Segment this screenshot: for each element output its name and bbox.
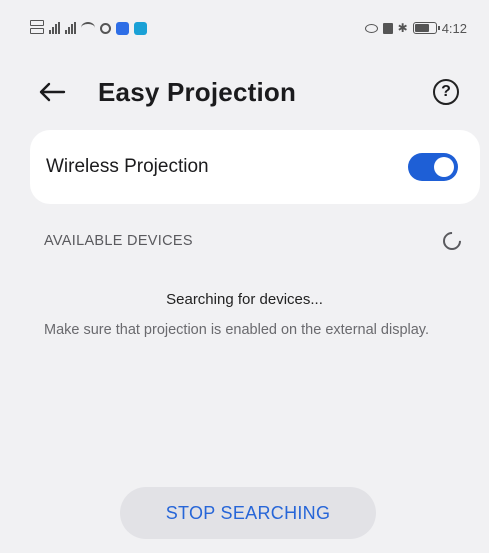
signal-icon [49,22,60,34]
app-badge-icon [116,21,129,35]
searching-status: Searching for devices... [166,291,323,308]
circle-icon [100,22,111,34]
eye-icon [364,23,378,33]
back-button[interactable] [38,76,70,108]
status-bar: ✱ 4:12 [0,0,489,56]
app-header: Easy Projection ? [0,70,489,114]
wireless-projection-toggle[interactable] [408,153,458,181]
bluetooth-icon: ✱ [397,21,408,35]
loading-spinner-icon [439,228,465,254]
page-title: Easy Projection [98,76,297,107]
arrow-left-icon [39,82,66,102]
projection-hint: Make sure that projection is enabled on … [44,322,430,338]
dual-sim-icon [30,20,44,36]
wifi-icon [81,22,95,34]
section-title: AVAILABLE DEVICES [44,233,193,249]
signal-icon [65,22,76,34]
wireless-projection-label: Wireless Projection [46,156,209,177]
question-mark-icon: ? [441,83,451,100]
stop-searching-button[interactable]: STOP SEARCHING [120,487,376,539]
screen: ✱ 4:12 Easy Projection ? Wireless Projec… [0,0,489,553]
status-left [30,20,147,36]
status-right: ✱ 4:12 [364,20,467,36]
battery-icon [412,22,440,34]
toggle-knob [434,157,454,177]
app-badge-icon [134,21,147,35]
status-time: 4:12 [441,20,467,36]
wireless-projection-card: Wireless Projection [30,130,480,204]
nfc-icon [382,22,393,34]
help-button[interactable]: ? [433,79,459,105]
available-devices-header: AVAILABLE DEVICES [44,228,465,254]
